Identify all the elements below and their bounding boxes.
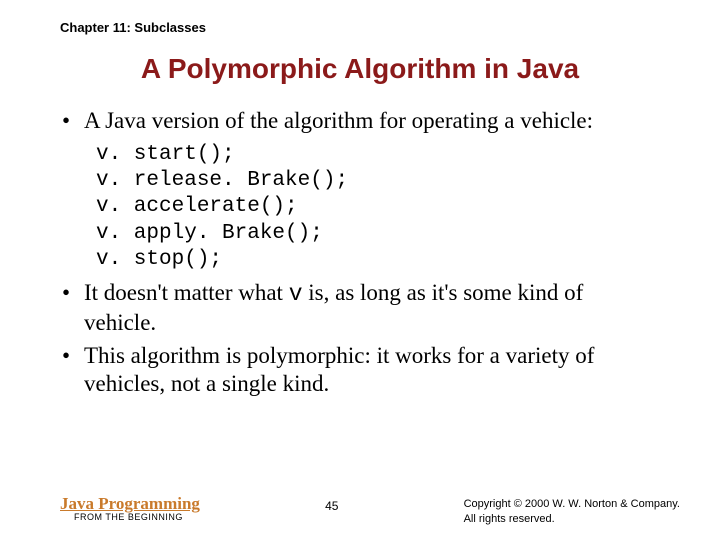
bullet-2: It doesn't matter what v is, as long as … [60,279,660,338]
bullet-1: A Java version of the algorithm for oper… [60,107,660,136]
bullet-text: It doesn't matter what [84,280,289,305]
book-title-block: Java Programming FROM THE BEGINNING [60,495,200,522]
copyright: Copyright © 2000 W. W. Norton & Company.… [464,497,680,526]
code-block: v. start(); v. release. Brake(); v. acce… [96,142,660,273]
footer: Java Programming FROM THE BEGINNING 45 C… [60,495,680,526]
code-line: v. start(); [96,143,235,166]
code-line: v. accelerate(); [96,195,298,218]
inline-code-v: v [289,281,303,307]
page-number: 45 [325,499,338,513]
slide-content: A Java version of the algorithm for oper… [60,107,660,399]
copyright-line: Copyright © 2000 W. W. Norton & Company. [464,497,680,511]
slide-title: A Polymorphic Algorithm in Java [60,53,660,85]
code-line: v. release. Brake(); [96,169,348,192]
code-line: v. apply. Brake(); [96,222,323,245]
book-title: Java Programming [60,495,200,513]
slide: Chapter 11: Subclasses A Polymorphic Alg… [0,0,720,540]
copyright-line: All rights reserved. [464,512,680,526]
book-subtitle: FROM THE BEGINNING [74,513,200,522]
bullet-3: This algorithm is polymorphic: it works … [60,342,660,400]
code-line: v. stop(); [96,248,222,271]
chapter-label: Chapter 11: Subclasses [60,20,660,35]
